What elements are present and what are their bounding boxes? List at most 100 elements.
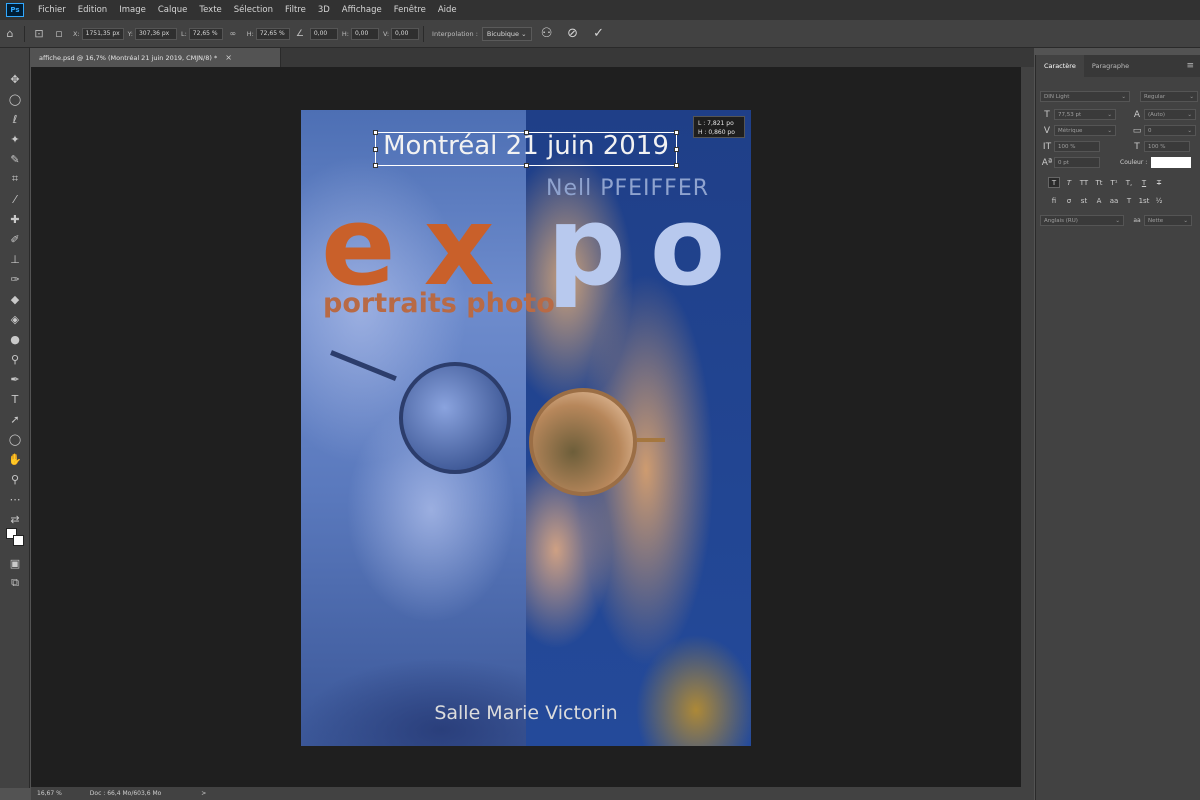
menu-texte[interactable]: Texte: [193, 5, 227, 15]
font-family-select[interactable]: DIN Light ⌄: [1040, 91, 1130, 102]
transform-handle[interactable]: [524, 163, 529, 168]
home-icon[interactable]: ⌂: [0, 27, 20, 40]
baseline-shift-field[interactable]: 0 pt: [1054, 157, 1100, 168]
background-color-swatch[interactable]: [13, 535, 24, 546]
menu-filtre[interactable]: Filtre: [279, 5, 312, 15]
more-tools-icon[interactable]: ⋯: [5, 490, 25, 508]
language-select[interactable]: Anglais (RU) ⌄: [1040, 215, 1124, 226]
eyedropper-tool-icon[interactable]: ⁄: [5, 190, 25, 208]
faux-bold-button[interactable]: T: [1048, 177, 1060, 188]
menu-aide[interactable]: Aide: [432, 5, 463, 15]
menu-calque[interactable]: Calque: [152, 5, 194, 15]
font-style-select[interactable]: Regular ⌄: [1140, 91, 1198, 102]
menu-fenetre[interactable]: Fenêtre: [388, 5, 432, 15]
cancel-transform-icon[interactable]: ⊘: [562, 23, 584, 45]
type-tool-icon[interactable]: T: [5, 390, 25, 408]
superscript-button[interactable]: T¹: [1108, 177, 1120, 188]
kerning-value: Métrique: [1058, 127, 1083, 134]
transform-handle[interactable]: [674, 147, 679, 152]
font-size-field[interactable]: 77,53 pt ⌄: [1054, 109, 1116, 120]
transform-handle[interactable]: [524, 130, 529, 135]
screen-mode-icon[interactable]: ⧉: [5, 574, 25, 592]
photoshop-logo[interactable]: Ps: [6, 3, 24, 17]
small-caps-button[interactable]: Tt: [1093, 177, 1105, 188]
width-field[interactable]: 72,65 %: [188, 27, 223, 40]
eraser-tool-icon[interactable]: ◆: [5, 290, 25, 308]
commit-transform-icon[interactable]: ✓: [588, 23, 610, 45]
vertical-scrollbar[interactable]: [1021, 67, 1034, 787]
titling-alternates-button[interactable]: T: [1123, 195, 1135, 206]
tab-caractere[interactable]: Caractère: [1036, 55, 1084, 77]
x-field[interactable]: 1751,35 px: [81, 27, 124, 40]
transform-handle[interactable]: [373, 163, 378, 168]
brush-tool-icon[interactable]: ✐: [5, 230, 25, 248]
interpolation-select[interactable]: Bicubique ⌄: [481, 26, 532, 41]
warp-icon[interactable]: ⚇: [536, 23, 558, 45]
transform-bounding-box[interactable]: [373, 130, 679, 168]
fractions-button[interactable]: ½: [1153, 195, 1165, 206]
menu-fichier[interactable]: Fichier: [32, 5, 72, 15]
status-menu-arrow[interactable]: >: [201, 790, 206, 797]
menu-3d[interactable]: 3D: [312, 5, 336, 15]
clone-stamp-tool-icon[interactable]: ⊥: [5, 250, 25, 268]
anti-alias-select[interactable]: Nette ⌄: [1144, 215, 1192, 226]
stylistic-alternates-button[interactable]: aa: [1108, 195, 1120, 206]
ordinals-button[interactable]: 1st: [1138, 195, 1150, 206]
leading-field[interactable]: (Auto) ⌄: [1144, 109, 1196, 120]
transform-icon[interactable]: ⊡: [29, 27, 49, 40]
poster-canvas[interactable]: ex po portraits photo Nell PFEIFFER Mont…: [301, 110, 751, 746]
move-tool-icon[interactable]: ✥: [5, 70, 25, 88]
path-selection-tool-icon[interactable]: ➚: [5, 410, 25, 428]
zoom-tool-icon[interactable]: ⚲: [5, 470, 25, 488]
marquee-tool-icon[interactable]: ◯: [5, 90, 25, 108]
reference-point-icon[interactable]: ▫: [49, 27, 69, 40]
transform-handle[interactable]: [373, 130, 378, 135]
shape-tool-icon[interactable]: ◯: [5, 430, 25, 448]
hand-tool-icon[interactable]: ✋: [5, 450, 25, 468]
kerning-field[interactable]: Métrique ⌄: [1054, 125, 1116, 136]
height-field[interactable]: 72,65 %: [255, 27, 290, 40]
transform-handle[interactable]: [674, 130, 679, 135]
vskew-field[interactable]: 0,00: [391, 27, 420, 40]
underline-button[interactable]: T: [1138, 177, 1150, 188]
vertical-scale-field[interactable]: 100 %: [1054, 141, 1100, 152]
hskew-field[interactable]: 0,00: [350, 27, 379, 40]
transform-handle[interactable]: [674, 163, 679, 168]
menu-edition[interactable]: Edition: [72, 5, 113, 15]
subscript-button[interactable]: T,: [1123, 177, 1135, 188]
healing-brush-tool-icon[interactable]: ✚: [5, 210, 25, 228]
all-caps-button[interactable]: TT: [1078, 177, 1090, 188]
faux-italic-button[interactable]: T: [1063, 177, 1075, 188]
ligature-button[interactable]: fi: [1048, 195, 1060, 206]
horizontal-scale-field[interactable]: 100 %: [1144, 141, 1190, 152]
y-field[interactable]: 307,36 px: [134, 27, 177, 40]
text-color-swatch[interactable]: [1151, 157, 1192, 168]
tracking-field[interactable]: 0 ⌄: [1144, 125, 1196, 136]
dodge-tool-icon[interactable]: ⚲: [5, 350, 25, 368]
pen-tool-icon[interactable]: ✒: [5, 370, 25, 388]
document-tab[interactable]: affiche.psd @ 16,7% (Montréal 21 juin 20…: [31, 48, 281, 67]
contextual-alternates-button[interactable]: σ: [1063, 195, 1075, 206]
link-icon[interactable]: ∞: [223, 29, 243, 38]
menu-affichage[interactable]: Affichage: [336, 5, 388, 15]
transform-handle[interactable]: [373, 147, 378, 152]
crop-tool-icon[interactable]: ⌗: [5, 170, 25, 188]
strikethrough-button[interactable]: T: [1153, 177, 1165, 188]
angle-field[interactable]: 0,00: [309, 27, 338, 40]
foreground-background-color-icon[interactable]: [4, 526, 26, 548]
paint-bucket-tool-icon[interactable]: ◈: [5, 310, 25, 328]
discretionary-ligatures-button[interactable]: st: [1078, 195, 1090, 206]
quick-selection-tool-icon[interactable]: ✎: [5, 150, 25, 168]
menu-image[interactable]: Image: [113, 5, 152, 15]
menu-selection[interactable]: Sélection: [228, 5, 279, 15]
quick-mask-icon[interactable]: ▣: [5, 554, 25, 572]
lasso-tool-icon[interactable]: ℓ: [5, 110, 25, 128]
blur-tool-icon[interactable]: ●: [5, 330, 25, 348]
tab-paragraphe[interactable]: Paragraphe: [1084, 55, 1137, 77]
swash-button[interactable]: A: [1093, 195, 1105, 206]
magic-wand-tool-icon[interactable]: ✦: [5, 130, 25, 148]
zoom-level[interactable]: 16,67 %: [37, 790, 62, 797]
panel-menu-icon[interactable]: ≡: [1186, 61, 1194, 71]
history-brush-tool-icon[interactable]: ✑: [5, 270, 25, 288]
close-icon[interactable]: ×: [225, 53, 232, 62]
